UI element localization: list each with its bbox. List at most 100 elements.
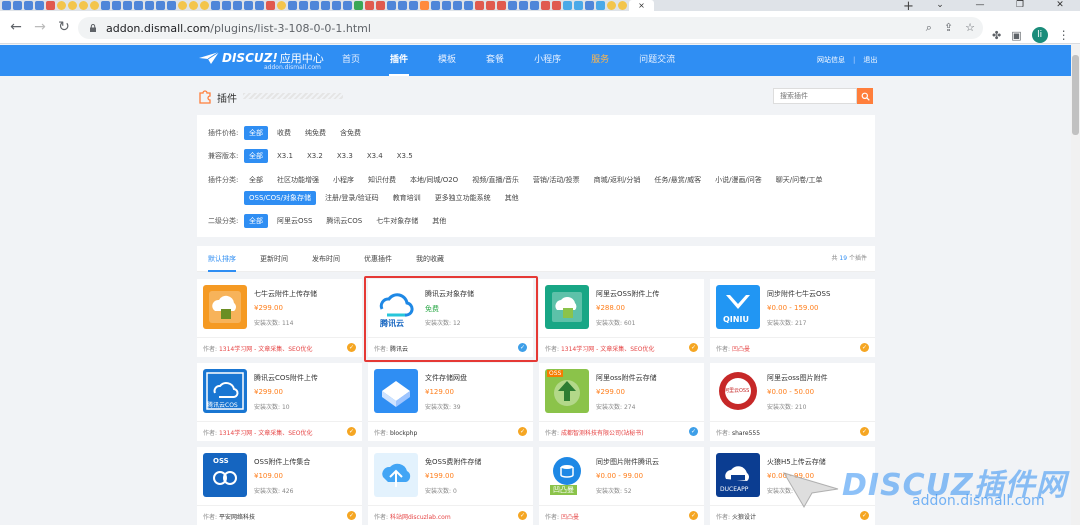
tab-favicon-icon[interactable] <box>13 1 22 10</box>
author-name[interactable]: blockphp <box>390 430 417 437</box>
filter-option[interactable]: 纯免费 <box>300 126 331 140</box>
plugin-card[interactable]: OSS 阿里oss附件云存储 ¥299.00 安装次数: 274 作者: 成都智… <box>539 363 704 441</box>
menu-kebab-icon[interactable]: ⋮ <box>1058 28 1070 42</box>
plugin-card[interactable]: 文件存储网盘 ¥129.00 安装次数: 39 作者: blockphp ✓ <box>368 363 533 441</box>
extensions-puzzle-icon[interactable]: ✤ <box>992 29 1001 42</box>
tab-favicon-icon[interactable] <box>497 1 506 10</box>
tab-favicon-icon[interactable] <box>464 1 473 10</box>
tab-favicon-icon[interactable] <box>222 1 231 10</box>
plugin-name[interactable]: 阿里云oss图片附件 <box>767 373 828 383</box>
restore-icon[interactable]: ❐ <box>1000 0 1040 11</box>
tab-favicon-icon[interactable] <box>530 1 539 10</box>
filter-option[interactable]: 本地/同城/O2O <box>405 173 463 187</box>
plugin-card[interactable]: 免OSS费附件存储 ¥199.00 安装次数: 0 作者: 科站网discuzl… <box>368 447 533 525</box>
tab-favicon-icon[interactable] <box>134 1 143 10</box>
tab-favicon-icon[interactable] <box>607 1 616 10</box>
filter-option[interactable]: 七牛对象存储 <box>371 214 423 228</box>
plugin-card[interactable]: 七牛云附件上传存储 ¥299.00 安装次数: 114 作者: 1314学习网 … <box>197 279 362 357</box>
filter-option[interactable]: 知识付费 <box>363 173 401 187</box>
tab-favicon-icon[interactable] <box>541 1 550 10</box>
tab-favicon-icon[interactable] <box>431 1 440 10</box>
filter-option[interactable]: 注册/登录/验证码 <box>320 191 384 205</box>
tab-favicon-icon[interactable] <box>321 1 330 10</box>
plugin-name[interactable]: 七牛云附件上传存储 <box>254 289 317 299</box>
filter-option[interactable]: 全部 <box>244 214 268 228</box>
tab-favicon-icon[interactable] <box>35 1 44 10</box>
plugin-card[interactable]: 腾讯云COS 腾讯云COS附件上传 ¥299.00 安装次数: 10 作者: 1… <box>197 363 362 441</box>
filter-option[interactable]: 营销/活动/投票 <box>528 173 585 187</box>
filter-option[interactable]: X3.1 <box>272 150 298 162</box>
active-tab-close-button[interactable]: × <box>629 0 654 11</box>
tab-favicon-icon[interactable] <box>233 1 242 10</box>
author-name[interactable]: 凹凸曼 <box>561 514 579 521</box>
forward-icon[interactable]: → <box>28 15 52 39</box>
tab-favicon-icon[interactable] <box>90 1 99 10</box>
zoom-icon[interactable]: ⌕ <box>926 21 932 35</box>
tab-favicon-icon[interactable] <box>277 1 286 10</box>
reload-icon[interactable]: ↻ <box>52 15 76 39</box>
plugin-name[interactable]: 免OSS费附件存储 <box>425 457 481 467</box>
tab-favicon-icon[interactable] <box>46 1 55 10</box>
tab-favicon-icon[interactable] <box>596 1 605 10</box>
author-name[interactable]: 凹凸曼 <box>732 346 750 353</box>
plugin-card[interactable]: 凹凸曼 同步图片附件腾讯云 ¥0.00 - 99.00 安装次数: 52 作者:… <box>539 447 704 525</box>
author-name[interactable]: 成都智测科技有限公司(站秘书) <box>561 430 644 437</box>
tab-favicon-icon[interactable] <box>255 1 264 10</box>
scrollbar-thumb[interactable] <box>1072 55 1079 135</box>
author-name[interactable]: share555 <box>732 430 760 437</box>
filter-option[interactable]: OSS/COS/对象存储 <box>244 191 316 205</box>
address-bar[interactable]: addon.dismall.com/plugins/list-3-108-0-0… <box>78 17 983 39</box>
tab-favicon-icon[interactable] <box>475 1 484 10</box>
author-name[interactable]: 1314学习网 - 文章采集、SEO优化 <box>219 346 313 353</box>
tab-favicon-icon[interactable] <box>68 1 77 10</box>
tab-favicon-icon[interactable] <box>145 1 154 10</box>
sort-tab-favorites[interactable]: 我的收藏 <box>416 246 444 272</box>
filter-option[interactable]: 教育培训 <box>388 191 426 205</box>
tab-favicon-icon[interactable] <box>288 1 297 10</box>
author-name[interactable]: 火狼设计 <box>732 514 756 521</box>
side-panel-icon[interactable]: ▣ <box>1011 29 1021 42</box>
tab-favicon-icon[interactable] <box>244 1 253 10</box>
tab-favicon-icon[interactable] <box>189 1 198 10</box>
page-scrollbar[interactable] <box>1071 45 1080 525</box>
filter-option[interactable]: X3.5 <box>392 150 418 162</box>
filter-option[interactable]: 聊天/问卷/工单 <box>771 173 828 187</box>
sort-tab-default[interactable]: 默认排序 <box>208 246 236 272</box>
tab-favicon-icon[interactable] <box>211 1 220 10</box>
filter-option[interactable]: 小说/漫画/问答 <box>710 173 767 187</box>
tab-favicon-icon[interactable] <box>585 1 594 10</box>
nav-item-home[interactable]: 首页 <box>333 45 369 76</box>
tab-favicon-icon[interactable] <box>486 1 495 10</box>
filter-option[interactable]: 全部 <box>244 126 268 140</box>
tab-favicon-icon[interactable] <box>508 1 517 10</box>
plugin-name[interactable]: 同步附件七牛云OSS <box>767 289 830 299</box>
chevron-down-icon[interactable]: ⌄ <box>920 0 960 11</box>
plugin-name[interactable]: 阿里oss附件云存储 <box>596 373 657 383</box>
author-name[interactable]: 1314学习网 - 文章采集、SEO优化 <box>561 346 655 353</box>
tab-favicon-icon[interactable] <box>57 1 66 10</box>
nav-item-packages[interactable]: 套餐 <box>477 45 513 76</box>
filter-option[interactable]: 小程序 <box>328 173 359 187</box>
nav-item-miniprogram[interactable]: 小程序 <box>525 45 570 76</box>
search-button[interactable] <box>857 88 873 104</box>
author-name[interactable]: 科站网discuzlab.com <box>390 514 451 521</box>
sort-tab-updated[interactable]: 更新时间 <box>260 246 288 272</box>
filter-option[interactable]: 收费 <box>272 126 296 140</box>
plugin-name[interactable]: OSS附件上传集合 <box>254 457 310 467</box>
filter-option[interactable]: 任务/悬赏/威客 <box>649 173 706 187</box>
filter-option[interactable]: 商城/返利/分销 <box>589 173 646 187</box>
tab-favicon-icon[interactable] <box>332 1 341 10</box>
back-icon[interactable]: ← <box>4 15 28 39</box>
tab-favicon-icon[interactable] <box>552 1 561 10</box>
tab-favicon-icon[interactable] <box>343 1 352 10</box>
minimize-icon[interactable]: — <box>960 0 1000 11</box>
tab-favicon-icon[interactable] <box>112 1 121 10</box>
tab-favicon-icon[interactable] <box>365 1 374 10</box>
plugin-card[interactable]: OSS OSS附件上传集合 ¥109.00 安装次数: 426 作者: 平安网络… <box>197 447 362 525</box>
filter-option[interactable]: X3.3 <box>332 150 358 162</box>
site-info-link[interactable]: 网站信息 <box>817 45 845 76</box>
tab-favicon-icon[interactable] <box>442 1 451 10</box>
tab-favicon-icon[interactable] <box>123 1 132 10</box>
tab-favicon-icon[interactable] <box>563 1 572 10</box>
profile-avatar[interactable]: li <box>1031 27 1048 43</box>
